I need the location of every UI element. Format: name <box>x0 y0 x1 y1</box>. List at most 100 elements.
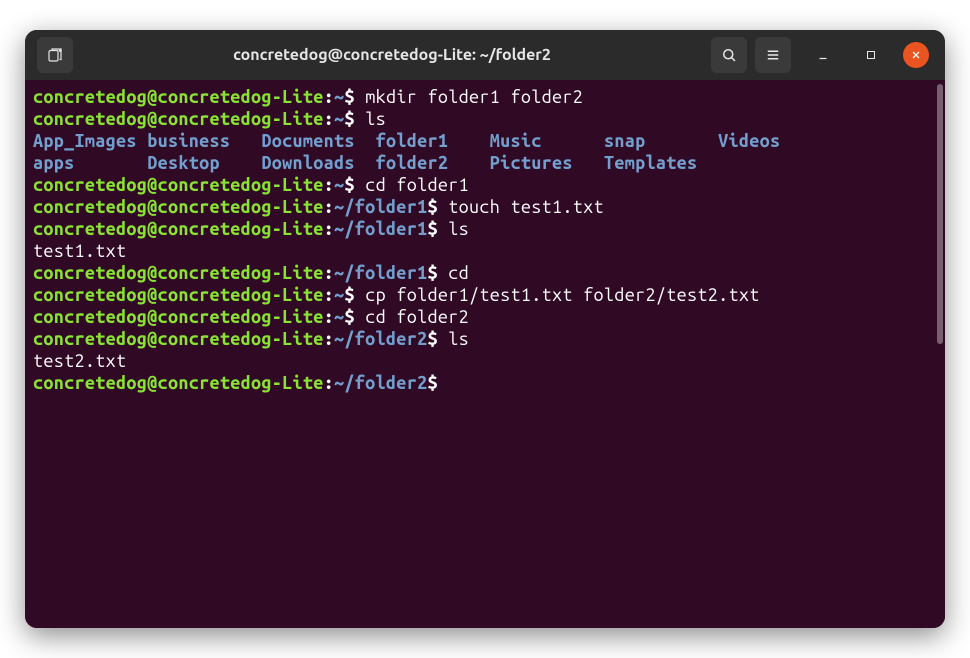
prompt-colon: : <box>324 109 334 129</box>
ls-dir: folder2 <box>376 153 490 173</box>
prompt-dollar: $ <box>344 285 354 305</box>
terminal-line: concretedog@concretedog-Lite:~$ cd folde… <box>33 174 927 196</box>
prompt-colon: : <box>324 197 334 217</box>
prompt-command: cp folder1/test1.txt folder2/test2.txt <box>355 285 760 305</box>
terminal-window: concretedog@concretedog-Lite: ~/folder2 <box>25 30 945 628</box>
terminal-line: concretedog@concretedog-Lite:~$ cd folde… <box>33 306 927 328</box>
prompt-command: ls <box>355 109 386 129</box>
ls-dir <box>718 153 832 173</box>
terminal-body[interactable]: concretedog@concretedog-Lite:~$ mkdir fo… <box>25 80 945 628</box>
ls-row: apps Desktop Downloads folder2 Pictures … <box>33 152 927 174</box>
prompt-colon: : <box>324 373 334 393</box>
prompt-dollar: $ <box>427 263 437 283</box>
prompt-colon: : <box>324 263 334 283</box>
terminal-line: concretedog@concretedog-Lite:~/folder1$ … <box>33 218 927 240</box>
ls-dir: Videos <box>718 131 832 151</box>
prompt-command: cd folder1 <box>355 175 469 195</box>
prompt-command <box>438 373 448 393</box>
output-text: test1.txt <box>33 241 126 261</box>
prompt-path: ~/folder2 <box>334 329 427 349</box>
prompt-colon: : <box>324 87 334 107</box>
ls-dir: business <box>147 131 261 151</box>
ls-dir: Desktop <box>147 153 261 173</box>
prompt-dollar: $ <box>344 109 354 129</box>
prompt-userhost: concretedog@concretedog-Lite <box>33 263 324 283</box>
prompt-userhost: concretedog@concretedog-Lite <box>33 329 324 349</box>
hamburger-icon <box>764 46 782 64</box>
prompt-colon: : <box>324 175 334 195</box>
prompt-userhost: concretedog@concretedog-Lite <box>33 219 324 239</box>
output-text: test2.txt <box>33 351 126 371</box>
terminal-output[interactable]: concretedog@concretedog-Lite:~$ mkdir fo… <box>25 80 935 628</box>
ls-dir: Templates <box>604 153 718 173</box>
prompt-command: mkdir folder1 folder2 <box>355 87 583 107</box>
terminal-line: concretedog@concretedog-Lite:~/folder2$ … <box>33 328 927 350</box>
ls-dir: folder1 <box>376 131 490 151</box>
new-tab-button[interactable] <box>37 37 73 73</box>
prompt-dollar: $ <box>427 219 437 239</box>
prompt-command: ls <box>438 219 469 239</box>
prompt-colon: : <box>324 329 334 349</box>
prompt-path: ~ <box>334 109 344 129</box>
ls-dir: snap <box>604 131 718 151</box>
ls-dir: Documents <box>261 131 375 151</box>
prompt-userhost: concretedog@concretedog-Lite <box>33 175 324 195</box>
prompt-dollar: $ <box>344 87 354 107</box>
prompt-dollar: $ <box>344 307 354 327</box>
search-icon <box>720 46 738 64</box>
terminal-line: concretedog@concretedog-Lite:~/folder1$ … <box>33 262 927 284</box>
close-icon <box>910 49 922 61</box>
prompt-userhost: concretedog@concretedog-Lite <box>33 285 324 305</box>
prompt-dollar: $ <box>427 329 437 349</box>
minimize-icon <box>816 48 830 62</box>
prompt-path: ~ <box>334 307 344 327</box>
prompt-command: cd folder2 <box>355 307 469 327</box>
prompt-command: ls <box>438 329 469 349</box>
terminal-line: test1.txt <box>33 240 927 262</box>
prompt-path: ~ <box>334 175 344 195</box>
prompt-path: ~/folder2 <box>334 373 427 393</box>
ls-dir: apps <box>33 153 147 173</box>
prompt-userhost: concretedog@concretedog-Lite <box>33 87 324 107</box>
prompt-userhost: concretedog@concretedog-Lite <box>33 197 324 217</box>
close-button[interactable] <box>903 42 929 68</box>
prompt-colon: : <box>324 307 334 327</box>
window-title: concretedog@concretedog-Lite: ~/folder2 <box>81 46 703 64</box>
prompt-colon: : <box>324 285 334 305</box>
minimize-button[interactable] <box>807 39 839 71</box>
prompt-path: ~ <box>334 285 344 305</box>
prompt-userhost: concretedog@concretedog-Lite <box>33 109 324 129</box>
terminal-line: concretedog@concretedog-Lite:~/folder2$ <box>33 372 927 394</box>
prompt-userhost: concretedog@concretedog-Lite <box>33 307 324 327</box>
prompt-dollar: $ <box>344 175 354 195</box>
terminal-line: concretedog@concretedog-Lite:~$ cp folde… <box>33 284 927 306</box>
prompt-path: ~/folder1 <box>334 197 427 217</box>
ls-dir: App_Images <box>33 131 147 151</box>
ls-dir: Pictures <box>490 153 604 173</box>
ls-output: App_Images business Documents folder1 Mu… <box>33 130 927 174</box>
ls-row: App_Images business Documents folder1 Mu… <box>33 130 927 152</box>
terminal-line: concretedog@concretedog-Lite:~$ ls <box>33 108 927 130</box>
terminal-line: concretedog@concretedog-Lite:~$ mkdir fo… <box>33 86 927 108</box>
prompt-colon: : <box>324 219 334 239</box>
terminal-line: test2.txt <box>33 350 927 372</box>
prompt-dollar: $ <box>427 373 437 393</box>
maximize-button[interactable] <box>855 39 887 71</box>
new-tab-icon <box>46 46 64 64</box>
prompt-command: touch test1.txt <box>438 197 604 217</box>
scrollbar[interactable] <box>935 80 945 628</box>
prompt-path: ~/folder1 <box>334 219 427 239</box>
prompt-dollar: $ <box>427 197 437 217</box>
maximize-icon <box>865 49 877 61</box>
terminal-line: concretedog@concretedog-Lite:~/folder1$ … <box>33 196 927 218</box>
prompt-userhost: concretedog@concretedog-Lite <box>33 373 324 393</box>
titlebar: concretedog@concretedog-Lite: ~/folder2 <box>25 30 945 80</box>
prompt-path: ~ <box>334 87 344 107</box>
scrollbar-thumb[interactable] <box>937 84 943 344</box>
ls-dir: Downloads <box>261 153 375 173</box>
ls-dir: Music <box>490 131 604 151</box>
prompt-command: cd <box>438 263 469 283</box>
prompt-path: ~/folder1 <box>334 263 427 283</box>
hamburger-menu-button[interactable] <box>755 37 791 73</box>
search-button[interactable] <box>711 37 747 73</box>
